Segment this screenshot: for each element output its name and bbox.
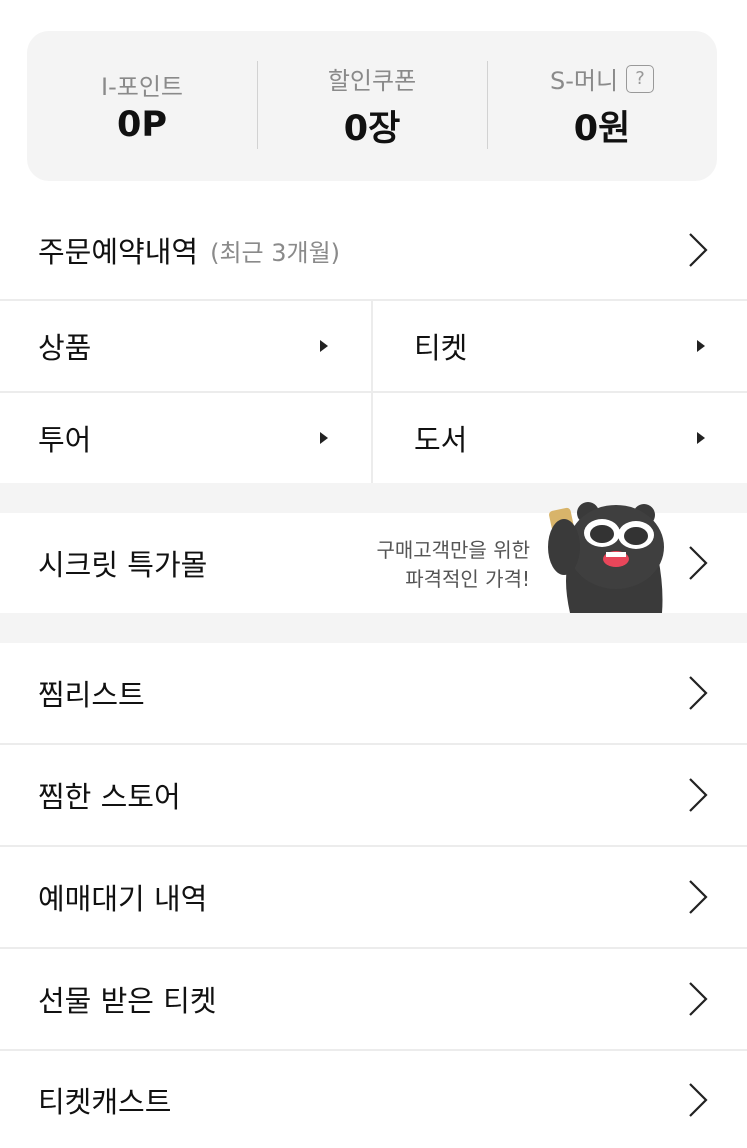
category-goods-label: 상품 [38,330,92,365]
order-history-title: 주문예약내역 [38,235,199,269]
bear-mascot-icon [548,502,664,613]
order-history-period: (최근 3개월) [210,238,341,267]
caret-right-icon [697,340,705,352]
coupons-value: 0장 [343,108,401,149]
category-ticket-label: 티켓 [414,330,468,365]
category-goods[interactable]: 상품 [0,300,372,391]
category-ticket[interactable]: 티켓 [373,300,747,391]
coupons-label: 할인쿠폰 [327,67,417,95]
promo-line-2: 파격적인 가격! [405,567,530,591]
chevron-right-icon [689,676,708,710]
caret-right-icon [697,432,705,444]
caret-right-icon [320,340,328,352]
grid-divider [371,300,373,483]
account-summary-card: I-포인트 0P 할인쿠폰 0장 S-머니 ? 0원 [27,31,717,181]
waitlist-label: 예매대기 내역 [38,882,208,916]
smoney-label: S-머니 [549,67,619,95]
coupons-summary[interactable]: 할인쿠폰 0장 [257,31,487,181]
favorite-stores-row[interactable]: 찜한 스토어 [0,745,747,845]
category-tour[interactable]: 투어 [0,392,372,483]
secret-sale-title: 시크릿 특가몰 [38,548,208,582]
chevron-right-icon [689,1082,708,1117]
category-tour-label: 투어 [38,422,92,457]
gift-tickets-label: 선물 받은 티켓 [38,984,217,1018]
chevron-right-icon [689,778,708,812]
chevron-right-icon [689,982,708,1016]
order-history-row[interactable]: 주문예약내역 (최근 3개월) [0,200,747,300]
points-label: I-포인트 [101,72,183,101]
secret-sale-promo: 구매고객만을 위한 파격적인 가격! [376,536,530,594]
ticketcast-label: 티켓캐스트 [38,1084,172,1119]
smoney-label-wrap: S-머니 ? [549,62,655,96]
points-summary[interactable]: I-포인트 0P [27,31,257,181]
promo-line-1: 구매고객만을 위한 [376,538,530,562]
wishlist-row[interactable]: 찜리스트 [0,643,747,743]
gift-tickets-row[interactable]: 선물 받은 티켓 [0,949,747,1049]
favorite-stores-label: 찜한 스토어 [38,780,181,814]
ticketcast-row[interactable]: 티켓캐스트 [0,1051,747,1148]
category-books[interactable]: 도서 [373,392,747,483]
category-books-label: 도서 [414,422,468,457]
caret-right-icon [320,432,328,444]
points-value: 0P [116,105,167,145]
smoney-summary[interactable]: S-머니 ? 0원 [487,31,717,181]
chevron-right-icon [689,546,708,580]
chevron-right-icon [689,880,708,914]
smoney-value: 0원 [573,108,631,149]
waitlist-row[interactable]: 예매대기 내역 [0,847,747,947]
help-icon[interactable]: ? [626,64,655,93]
chevron-right-icon [689,233,708,267]
section-gap [0,613,747,643]
wishlist-label: 찜리스트 [38,678,145,712]
